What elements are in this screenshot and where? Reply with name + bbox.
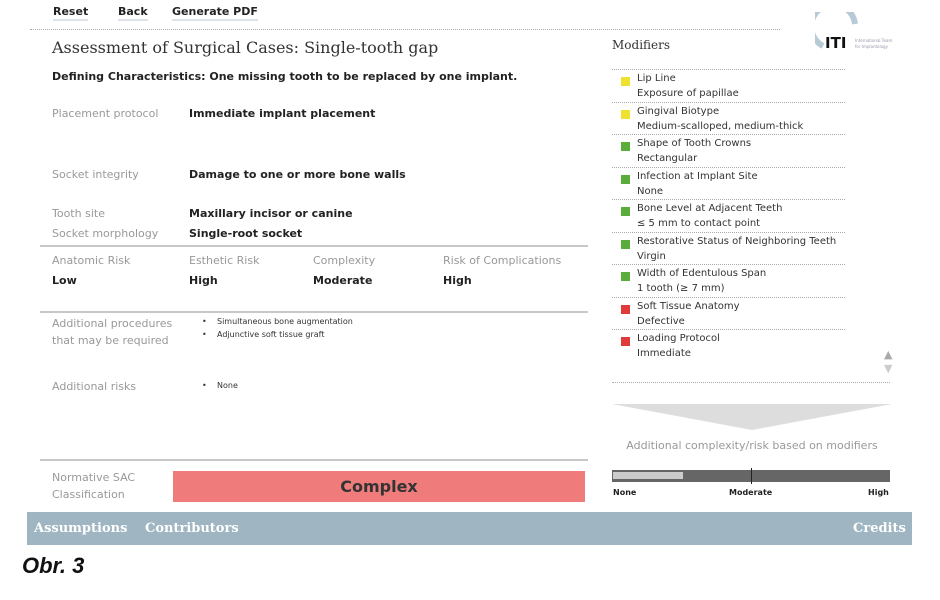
scroll-down-icon[interactable]: ▼: [884, 362, 892, 375]
modifier-status-icon: [621, 77, 630, 86]
defining-characteristics: Defining Characteristics: One missing to…: [52, 70, 518, 83]
divider: [40, 245, 588, 247]
scroll-up-icon[interactable]: ▲: [884, 348, 892, 361]
figure-caption: Obr. 3: [22, 553, 85, 578]
divider: [612, 264, 845, 265]
moderate-tick: [751, 468, 752, 484]
modifier-name: Shape of Tooth Crowns: [637, 138, 752, 149]
modifier-value: None: [637, 185, 664, 197]
modifier-name: Loading Protocol: [637, 333, 720, 344]
risk-label: Esthetic Risk: [189, 254, 260, 267]
modifier-name: Restorative Status of Neighboring Teeth: [637, 235, 837, 247]
risk-value: Moderate: [313, 274, 373, 287]
divider: [612, 69, 845, 70]
modifier-value: ≤ 5 mm to contact point: [637, 218, 761, 229]
additional-risks-label: Additional risks: [52, 380, 137, 393]
additional-procedures-label: Additional procedures: [52, 317, 173, 330]
modifier-status-icon: [621, 207, 630, 216]
modifier-name: Bone Level at Adjacent Teeth: [637, 203, 783, 214]
bullet-icon: •: [202, 317, 207, 326]
additional-complexity-title: Additional complexity/risk based on modi…: [626, 439, 878, 452]
additional-procedures-label: that may be required: [52, 334, 169, 347]
modifier-name: Soft Tissue Anatomy: [637, 300, 740, 312]
field-value: Maxillary incisor or canine: [189, 207, 353, 220]
complexity-bar-fill: [613, 472, 683, 479]
modifier-status-icon: [621, 337, 630, 346]
modifier-value: Rectangular: [637, 153, 698, 164]
divider: [612, 329, 845, 330]
field-label: Socket morphology: [52, 227, 159, 240]
modifier-name: Infection at Implant Site: [637, 170, 758, 182]
divider: [40, 459, 588, 461]
risk-label: Risk of Complications: [443, 254, 562, 267]
risk-value: High: [189, 274, 218, 287]
contributors-link[interactable]: Contributors: [145, 521, 239, 536]
modifier-name: Gingival Biotype: [637, 105, 720, 117]
risk-label: Complexity: [313, 254, 376, 267]
svg-text:International Team: International Team: [855, 38, 892, 43]
modifier-value: Immediate: [637, 348, 691, 359]
modifier-status-icon: [621, 304, 630, 314]
divider: [612, 166, 845, 168]
sac-assessment-page: Reset Back Generate PDF ITI International…: [0, 0, 940, 600]
credits-link[interactable]: Credits: [853, 521, 906, 536]
divider: [612, 231, 845, 233]
svg-text:for Implantology: for Implantology: [855, 44, 889, 49]
risk-value: High: [443, 274, 472, 287]
chevron-arrow-icon: [612, 404, 892, 430]
procedure-item: Adjunctive soft tissue graft: [217, 330, 325, 339]
modifier-value: Medium-scalloped, medium-thick: [637, 120, 804, 132]
field-label: Tooth site: [52, 207, 105, 220]
classification-label: Classification: [52, 488, 125, 501]
bullet-icon: •: [202, 381, 207, 390]
scale-label-high: High: [868, 488, 889, 497]
modifiers-title: Modifiers: [612, 38, 671, 52]
procedure-item: Simultaneous bone augmentation: [217, 317, 353, 326]
modifier-status-icon: [621, 142, 630, 151]
modifier-name: Width of Edentulous Span: [637, 268, 767, 279]
divider: [612, 382, 890, 383]
generate-pdf-button[interactable]: Generate PDF: [172, 5, 258, 21]
modifier-status-icon: [621, 109, 630, 119]
scale-label-none: None: [613, 488, 637, 497]
risk-label: Anatomic Risk: [52, 254, 131, 267]
scale-label-moderate: Moderate: [729, 488, 773, 497]
modifier-status-icon: [621, 239, 630, 249]
risk-item: None: [217, 381, 238, 390]
divider: [612, 296, 845, 298]
modifier-name: Lip Line: [637, 73, 676, 84]
field-label: Socket integrity: [52, 168, 139, 181]
field-value: Single-root socket: [189, 227, 303, 240]
page-title: Assessment of Surgical Cases: Single-too…: [52, 38, 439, 57]
complexity-bar: [612, 468, 890, 484]
divider: [612, 134, 845, 135]
reset-button[interactable]: Reset: [53, 5, 89, 21]
classification-badge: Complex: [173, 471, 585, 502]
iti-logo: ITI International Team for Implantology: [808, 1, 915, 57]
modifier-status-icon: [621, 272, 630, 281]
back-button[interactable]: Back: [118, 5, 148, 21]
field-value: Damage to one or more bone walls: [189, 168, 406, 181]
classification-label: Normative SAC: [52, 471, 136, 484]
divider: [30, 29, 780, 30]
svg-text:ITI: ITI: [825, 34, 846, 52]
field-label: Placement protocol: [52, 107, 159, 120]
modifier-value: Defective: [637, 315, 685, 327]
modifier-status-icon: [621, 174, 630, 184]
divider: [612, 199, 845, 200]
field-value: Immediate implant placement: [189, 107, 376, 120]
assumptions-link[interactable]: Assumptions: [34, 521, 127, 536]
modifier-value: 1 tooth (≥ 7 mm): [637, 283, 725, 294]
modifier-value: Virgin: [637, 250, 666, 262]
risk-value: Low: [52, 274, 77, 287]
bullet-icon: •: [202, 330, 207, 339]
divider: [612, 101, 845, 103]
modifier-value: Exposure of papillae: [637, 88, 739, 99]
divider: [40, 311, 588, 313]
